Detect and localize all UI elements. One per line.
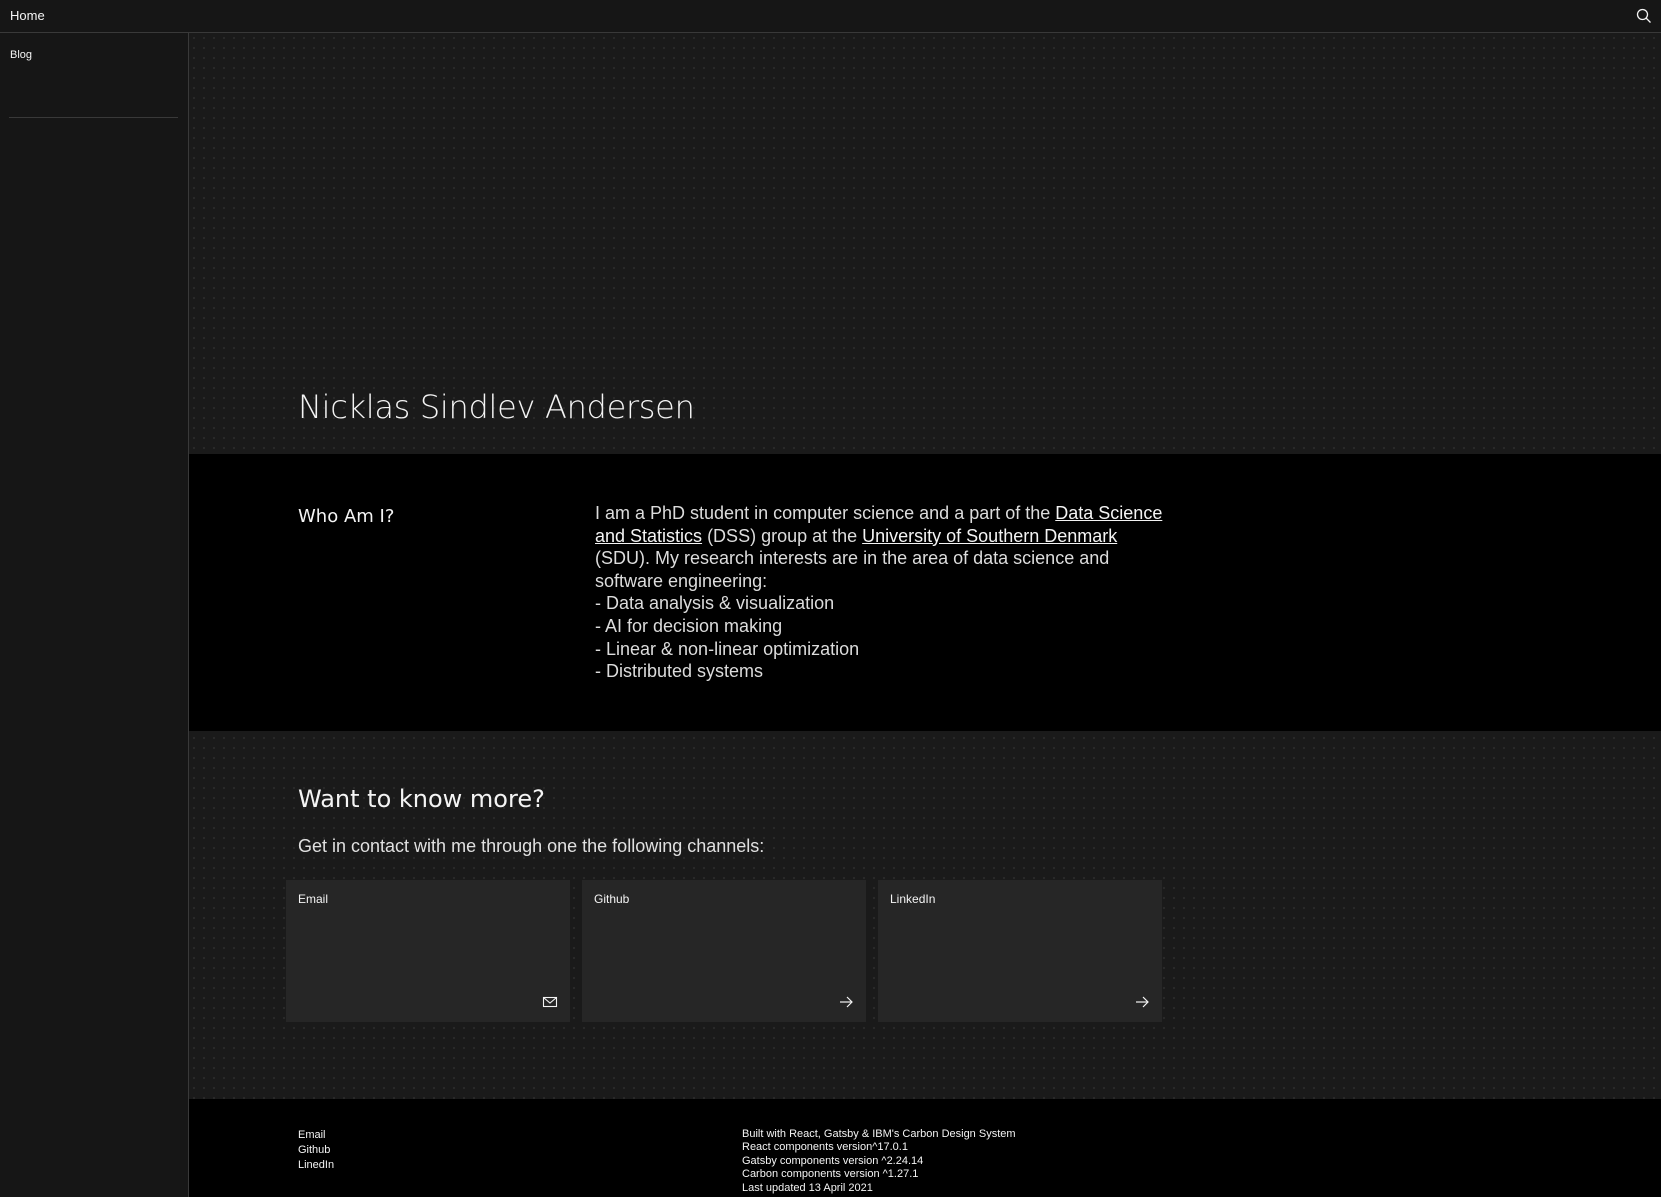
footer-link-github[interactable]: Github (298, 1143, 334, 1158)
footer: Email Github LinedIn Built with React, G… (189, 1099, 1661, 1197)
interest-item: - AI for decision making (595, 615, 783, 636)
tile-label: Github (594, 892, 630, 906)
interest-item: - Linear & non-linear optimization (595, 638, 860, 659)
arrow-right-icon (1134, 994, 1150, 1010)
top-header: Home (0, 0, 1661, 33)
footer-info-line: React components version^17.0.1 (742, 1141, 908, 1154)
contact-subtitle: Get in contact with me through one the f… (298, 836, 765, 856)
interest-item: - Distributed systems (595, 661, 764, 682)
mail-icon (542, 994, 558, 1010)
page-title: Nicklas Sindlev Andersen (298, 388, 695, 426)
email-tile[interactable]: Email (286, 880, 570, 1022)
sidebar-item-blog[interactable]: Blog (10, 49, 32, 61)
about-intro-1: I am a PhD student in computer science a… (595, 503, 1056, 523)
footer-link-linkedin[interactable]: LinedIn (298, 1158, 334, 1173)
linkedin-tile[interactable]: LinkedIn (878, 880, 1162, 1022)
main-content: Nicklas Sindlev Andersen Who Am I? I am … (189, 33, 1661, 1197)
footer-info: Built with React, Gatsby & IBM's Carbon … (742, 1128, 1016, 1195)
home-link[interactable]: Home (10, 8, 45, 23)
footer-info-line: Gatsby components version ^2.24.14 (742, 1154, 924, 1167)
footer-info-line: Last updated 13 April 2021 (742, 1181, 873, 1194)
sidebar-divider (9, 117, 178, 118)
side-navigation: Blog (0, 33, 189, 1197)
about-intro-3: (SDU). My research interests are in the … (595, 548, 1110, 591)
interest-item: - Data analysis & visualization (595, 593, 835, 614)
arrow-right-icon (838, 994, 854, 1010)
footer-info-line: Carbon components version ^1.27.1 (742, 1168, 919, 1181)
about-section: Who Am I? I am a PhD student in computer… (189, 454, 1661, 731)
about-intro-2: (DSS) group at the (702, 525, 863, 546)
footer-info-line: Built with React, Gatsby & IBM's Carbon … (742, 1128, 1016, 1140)
github-tile[interactable]: Github (582, 880, 866, 1022)
tile-label: Email (298, 892, 329, 906)
footer-link-email[interactable]: Email (298, 1128, 334, 1143)
sdu-link[interactable]: University of Southern Denmark (862, 526, 1117, 546)
about-heading: Who Am I? (298, 506, 395, 527)
contact-title: Want to know more? (298, 785, 545, 813)
search-icon[interactable] (1635, 7, 1653, 25)
tile-label: LinkedIn (890, 892, 936, 906)
about-text: I am a PhD student in computer science a… (595, 502, 1175, 683)
footer-links: Email Github LinedIn (298, 1128, 334, 1173)
